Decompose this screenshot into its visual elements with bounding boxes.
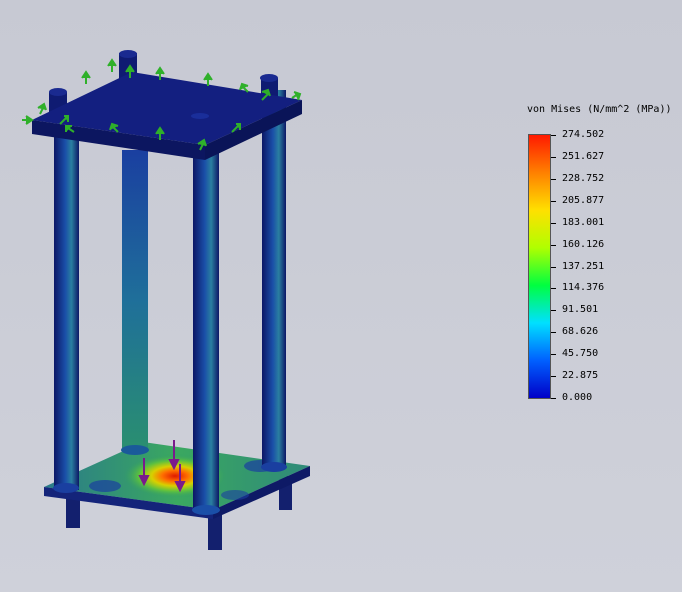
- legend-tick-mark: [551, 200, 556, 202]
- legend-tick-label: 22.875: [562, 370, 599, 382]
- legend-tick-mark: [551, 398, 556, 399]
- legend-tick-mark: [551, 310, 556, 312]
- column-back-left: [122, 150, 148, 450]
- column-front-left: [54, 130, 79, 490]
- legend-tick-label: 183.001: [562, 216, 605, 228]
- legend-tick-mark: [551, 332, 556, 334]
- legend-tick-mark: [551, 156, 556, 158]
- legend-tick-label: 68.626: [562, 326, 599, 338]
- legend-tick-mark: [551, 135, 556, 136]
- column-front-right: [193, 150, 219, 512]
- legend-tick-label: 45.750: [562, 348, 599, 360]
- low-stress-spot-1: [89, 480, 121, 492]
- legend-tick-label: 137.251: [562, 260, 605, 272]
- legend-color-bar: [528, 134, 551, 399]
- legend-tick-label: 274.502: [562, 129, 605, 140]
- legend-tick-label: 228.752: [562, 172, 605, 184]
- legend-tick-label: 205.877: [562, 194, 605, 206]
- graphics-viewport[interactable]: von Mises (N/mm^2 (MPa)) 274.502 251.627 2…: [0, 0, 682, 592]
- legend-tick-mark: [551, 244, 556, 246]
- legend-tick-label: 0.000: [562, 392, 593, 403]
- legend-tick-label: 251.627: [562, 150, 605, 162]
- legend-title: von Mises (N/mm^2 (MPa)): [527, 104, 672, 115]
- stress-legend: von Mises (N/mm^2 (MPa)) 274.502 251.627 2…: [520, 100, 680, 410]
- legend-tick-mark: [551, 376, 556, 378]
- legend-tick-label: 91.501: [562, 304, 599, 316]
- legend-tick-mark: [551, 178, 556, 180]
- legend-tick-mark: [551, 354, 556, 356]
- column-back-right: [262, 90, 286, 468]
- low-stress-spot-3: [221, 490, 249, 500]
- legend-tick-mark: [551, 288, 556, 290]
- legend-tick-mark: [551, 222, 556, 224]
- legend-tick-mark: [551, 266, 556, 268]
- legend-tick-label: 114.376: [562, 282, 605, 294]
- legend-tick-label: 160.126: [562, 238, 605, 250]
